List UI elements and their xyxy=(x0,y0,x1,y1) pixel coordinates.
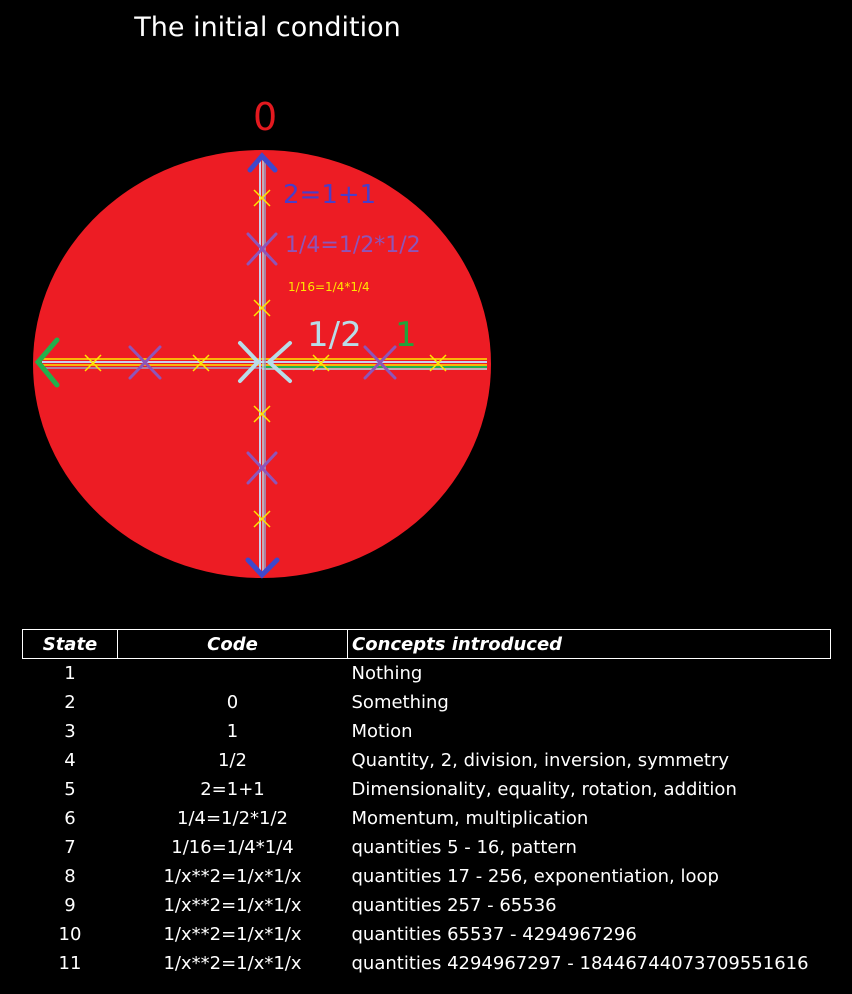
cell-concepts: Motion xyxy=(351,721,413,742)
cell-concepts: Dimensionality, equality, rotation, addi… xyxy=(351,779,737,800)
table-row: 6 1/4=1/2*1/2 Momentum, multiplication xyxy=(23,804,831,833)
cell-state: 11 xyxy=(58,953,82,974)
cell-state: 7 xyxy=(64,837,76,858)
table-row: 10 1/x**2=1/x*1/x quantities 65537 - 42949… xyxy=(23,920,831,949)
cell-concepts: quantities 65537 - 4294967296 xyxy=(351,924,637,945)
table-row: 5 2=1+1 Dimensionality, equality, rotation… xyxy=(23,775,831,804)
cell-concepts: quantities 17 - 256, exponentiation, loo… xyxy=(351,866,719,887)
cell-code: 1/x**2=1/x*1/x xyxy=(163,895,302,916)
cell-state: 10 xyxy=(58,924,82,945)
states-table: State Code Concepts introduced 1 Nothing 2… xyxy=(22,629,831,978)
label-quarter: 1/4=1/2*1/2 xyxy=(285,233,421,258)
label-two: 2=1+1 xyxy=(283,180,376,210)
cell-state: 6 xyxy=(64,808,76,829)
cell-code: 2=1+1 xyxy=(200,779,265,800)
cell-code: 1/x**2=1/x*1/x xyxy=(163,866,302,887)
cell-state: 8 xyxy=(64,866,76,887)
cell-concepts: quantities 5 - 16, pattern xyxy=(351,837,577,858)
cell-code: 1/16=1/4*1/4 xyxy=(171,837,294,858)
cell-state: 1 xyxy=(64,663,76,684)
label-one: 1 xyxy=(395,315,417,355)
initial-condition-diagram: 0 2=1+1 1/4=1/2*1/2 1/16=1/4*1/4 1/2 1 xyxy=(33,95,491,579)
cell-code: 1/2 xyxy=(218,750,247,771)
table-row: 1 Nothing xyxy=(23,659,831,689)
cell-code: 1 xyxy=(226,721,239,742)
cell-state: 5 xyxy=(64,779,76,800)
cell-state: 9 xyxy=(64,895,76,916)
label-sixteenth: 1/16=1/4*1/4 xyxy=(288,280,370,294)
table-row: 7 1/16=1/4*1/4 quantities 5 - 16, pattern xyxy=(23,833,831,862)
condition-circle xyxy=(33,150,491,578)
cell-code xyxy=(118,659,348,689)
cell-concepts: Something xyxy=(351,692,449,713)
header-state: State xyxy=(22,629,118,659)
table-row: 11 1/x**2=1/x*1/x quantities 4294967297 - … xyxy=(23,949,831,978)
cell-code: 0 xyxy=(226,692,239,713)
table-row: 2 0 Something xyxy=(23,688,831,717)
table-row: 9 1/x**2=1/x*1/x quantities 257 - 65536 xyxy=(23,891,831,920)
cell-code: 1/x**2=1/x*1/x xyxy=(163,953,302,974)
vertical-axis xyxy=(259,158,266,574)
cell-concepts: Quantity, 2, division, inversion, symmet… xyxy=(351,750,730,771)
cell-state: 2 xyxy=(64,692,76,713)
header-concepts: Concepts introduced xyxy=(347,629,831,659)
cell-state: 4 xyxy=(64,750,76,771)
label-half: 1/2 xyxy=(307,315,362,355)
cell-concepts: Momentum, multiplication xyxy=(351,808,589,829)
table-header-row: State Code Concepts introduced xyxy=(22,629,831,659)
cell-concepts: quantities 257 - 65536 xyxy=(351,895,557,916)
table-row: 8 1/x**2=1/x*1/x quantities 17 - 256, expo… xyxy=(23,862,831,891)
header-code: Code xyxy=(117,629,348,659)
cell-concepts: Nothing xyxy=(351,663,423,684)
cell-concepts: quantities 4294967297 - 1844674407370955… xyxy=(351,953,809,974)
cell-code: 1/4=1/2*1/2 xyxy=(177,808,288,829)
label-zero: 0 xyxy=(253,95,277,139)
table-row: 4 1/2 Quantity, 2, division, inversion, sy… xyxy=(23,746,831,775)
cell-code: 1/x**2=1/x*1/x xyxy=(163,924,302,945)
cell-state: 3 xyxy=(64,721,76,742)
table-row: 3 1 Motion xyxy=(23,717,831,746)
